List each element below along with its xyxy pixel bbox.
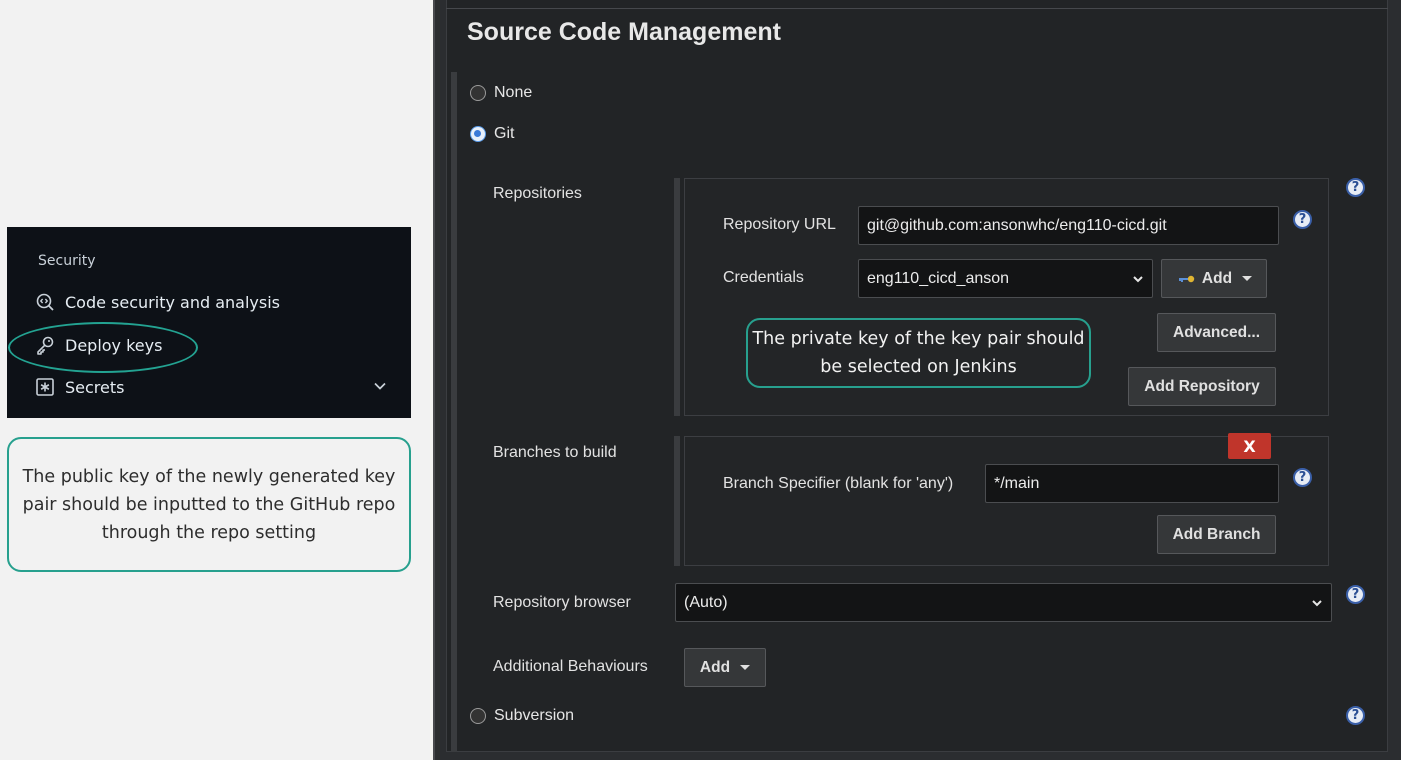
chevron-down-icon <box>1312 599 1322 606</box>
sidebar-item-code-security[interactable]: Code security and analysis <box>35 287 280 317</box>
caret-down-icon <box>740 665 751 670</box>
scm-option-none[interactable]: None <box>470 84 532 102</box>
github-settings-sidebar: Security Code security and analysis Depl… <box>7 227 411 418</box>
repo-browser-value: (Auto) <box>684 593 728 611</box>
sidebar-item-secrets[interactable]: Secrets <box>35 372 124 402</box>
radio-subversion[interactable] <box>470 708 486 724</box>
repo-browser-label: Repository browser <box>493 594 631 611</box>
add-label: Add <box>1201 269 1233 287</box>
help-repositories-icon[interactable]: ? <box>1346 178 1365 197</box>
repo-url-input[interactable]: git@github.com:ansonwhc/eng110-cicd.git <box>858 206 1279 245</box>
help-repo-url-icon[interactable]: ? <box>1293 210 1312 229</box>
private-key-annotation: The private key of the key pair should b… <box>746 318 1091 388</box>
credentials-label: Credentials <box>723 269 804 286</box>
radio-label: Git <box>494 125 515 142</box>
sidebar-item-label: Code security and analysis <box>65 292 280 312</box>
help-repo-browser-icon[interactable]: ? <box>1346 585 1365 604</box>
scm-option-subversion[interactable]: Subversion <box>470 707 574 725</box>
radio-none[interactable] <box>470 85 486 101</box>
delete-branch-button[interactable]: X <box>1228 433 1271 459</box>
repo-browser-select[interactable]: (Auto) <box>675 583 1332 622</box>
security-section-title: Security <box>38 253 96 269</box>
add-label: Add <box>699 658 731 676</box>
scm-option-git[interactable]: Git <box>470 125 514 143</box>
sidebar-item-label: Secrets <box>65 377 125 397</box>
radio-label: None <box>494 84 533 101</box>
add-credentials-button[interactable]: Add <box>1161 259 1267 298</box>
advanced-button[interactable]: Advanced... <box>1157 313 1276 352</box>
branches-label: Branches to build <box>493 444 617 461</box>
additional-behaviours-label: Additional Behaviours <box>493 658 648 675</box>
key-icon <box>1178 275 1195 282</box>
add-behaviour-button[interactable]: Add <box>684 648 766 687</box>
add-repository-button[interactable]: Add Repository <box>1128 367 1276 406</box>
section-divider <box>446 8 1388 9</box>
public-key-annotation: The public key of the newly generated ke… <box>7 437 411 572</box>
repositories-label: Repositories <box>493 185 582 202</box>
branches-indent-bar <box>674 436 680 566</box>
radio-git[interactable] <box>470 126 486 142</box>
chevron-down-icon[interactable] <box>373 379 387 393</box>
deploy-keys-highlight <box>8 322 198 373</box>
asterisk-box-icon <box>36 378 54 396</box>
jenkins-scm-panel: Source Code Management None Git Reposito… <box>433 0 1401 760</box>
help-branch-specifier-icon[interactable]: ? <box>1293 468 1312 487</box>
add-branch-button[interactable]: Add Branch <box>1157 515 1276 554</box>
help-subversion-icon[interactable]: ? <box>1346 706 1365 725</box>
branch-specifier-label: Branch Specifier (blank for 'any') <box>723 475 954 492</box>
codescan-icon <box>36 293 54 311</box>
panel-edge <box>433 0 435 760</box>
repositories-indent-bar <box>674 178 680 416</box>
credentials-select[interactable]: eng110_cicd_anson <box>858 259 1153 298</box>
radio-label: Subversion <box>494 707 575 724</box>
branch-specifier-input[interactable]: */main <box>985 464 1279 503</box>
page-title: Source Code Management <box>467 18 781 46</box>
repo-url-label: Repository URL <box>723 216 836 233</box>
chevron-down-icon <box>1133 275 1143 282</box>
caret-down-icon <box>1242 276 1253 281</box>
section-indent-bar <box>451 72 457 752</box>
credentials-value: eng110_cicd_anson <box>867 269 1010 287</box>
